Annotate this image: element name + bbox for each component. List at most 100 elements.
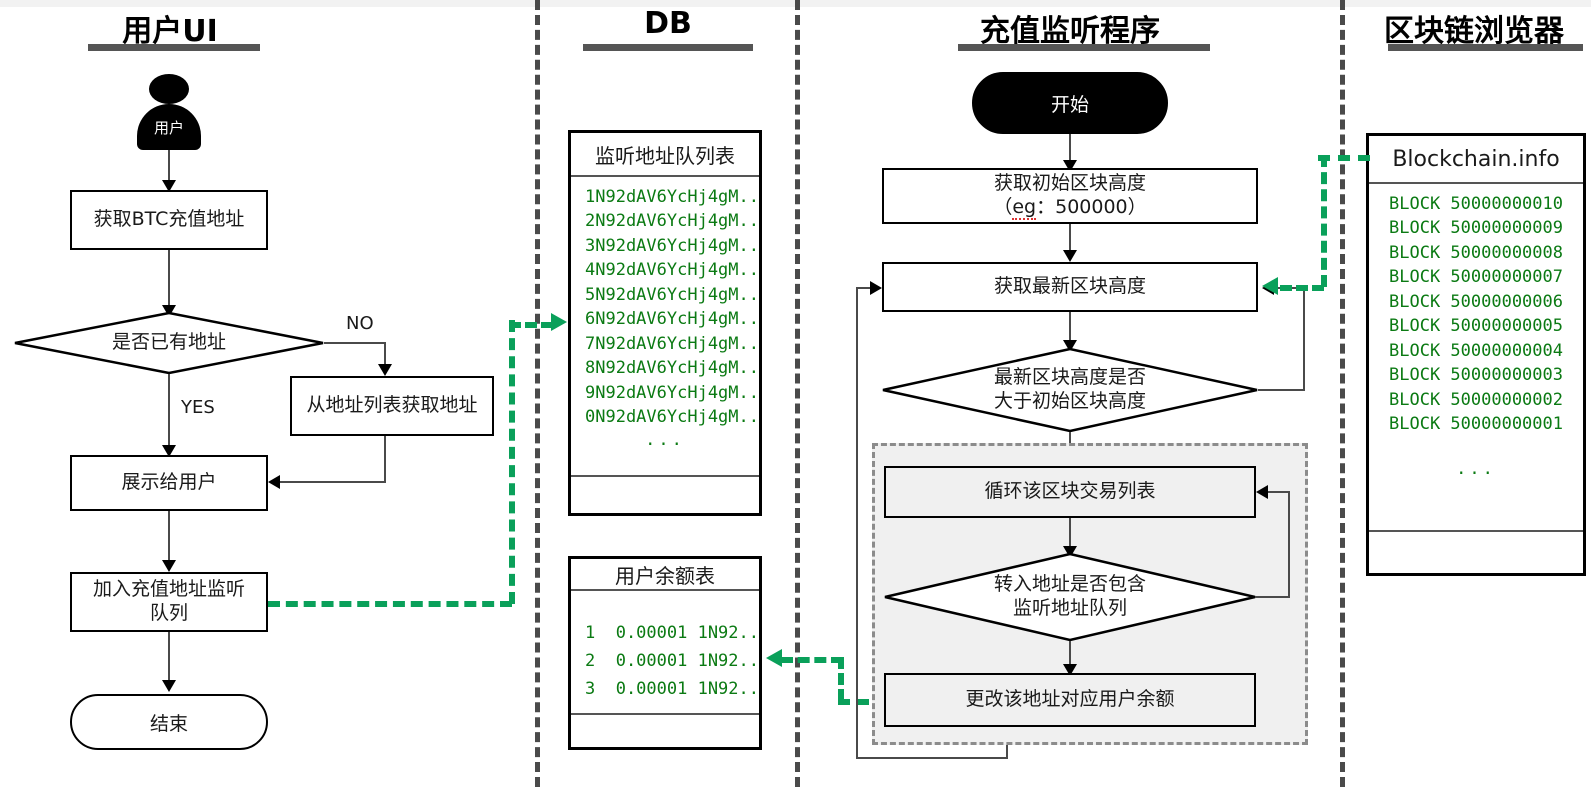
list-item: BLOCK 50000000008 [1389,242,1563,263]
table-ellipsis: ... [645,703,685,715]
node-label-line1: 获取初始区块高度 [993,172,1146,195]
table-footer-user-balance [571,715,759,749]
actor-user: 用户 [137,74,201,150]
explorer-footer [1369,532,1583,575]
node-start[interactable]: 开始 [972,72,1168,134]
node-end[interactable]: 结束 [70,694,268,750]
list-item: BLOCK 50000000001 [1389,414,1563,435]
swimlane-divider-3 [1340,0,1345,787]
green-flow-explorer-v [1321,155,1327,287]
edge-fromlist-vertical [384,436,386,482]
edge-yes-vertical [168,374,170,452]
node-label-line2: （eg：500000） [993,196,1147,220]
green-flow-join-h2 [509,322,553,328]
edge-show-to-join [168,511,170,567]
edge-fromlist-horizontal [278,481,386,483]
column-rule-explorer [1388,44,1583,51]
list-item: BLOCK 50000000009 [1389,218,1563,239]
table-blockchain-explorer: Blockchain.info BLOCK 50000000010 BLOCK … [1366,133,1586,576]
arrowhead-fromlist-to-show [268,475,280,489]
edge-contains-loopback-top [1268,491,1290,493]
node-compare-height-decision[interactable]: 最新区块高度是否 大于初始区块高度 [882,348,1258,432]
list-item: BLOCK 50000000010 [1389,194,1563,214]
node-join-watch-queue[interactable]: 加入充值地址监听 队列 [70,572,268,632]
edge-getaddr-to-decision [168,250,170,312]
arrowhead-initial-to-latest [1063,250,1077,262]
edge-outer-loop-bottom [856,757,1008,759]
edge-compare-loop-vertical [1303,287,1305,390]
table-row: 3N92dAV6YcHj4gM... [585,235,759,256]
list-item: BLOCK 50000000002 [1389,389,1563,410]
list-item: BLOCK 50000000003 [1389,365,1563,386]
table-footer-watch-address-queue [571,477,759,513]
table-row: 9N92dAV6YcHj4gM... [585,382,759,403]
edge-label-no: NO [346,313,374,334]
green-flow-join-v [509,320,515,604]
node-loop-tx-list[interactable]: 循环该区块交易列表 [884,466,1256,518]
list-item: BLOCK 50000000005 [1389,316,1563,337]
table-user-balance: 用户余额表 1 0.00001 1N92... 2 0.00001 1N92..… [568,556,762,750]
arrowhead-join-to-end [162,680,176,692]
arrowhead-contains-loopback [1256,485,1268,499]
actor-head-icon [149,74,189,104]
column-rule-db [583,44,753,51]
explorer-block-list: BLOCK 50000000010 BLOCK 50000000009 BLOC… [1369,184,1583,532]
node-get-from-list[interactable]: 从地址列表获取地址 [290,376,494,436]
swimlane-divider-1 [535,0,540,787]
eg-abbrev: eg [1012,196,1037,220]
edge-actor-to-getaddr [168,150,170,184]
explorer-site-title[interactable]: Blockchain.info [1369,136,1583,184]
list-item: BLOCK 50000000007 [1389,267,1563,288]
green-flow-join-h1 [268,601,512,607]
green-flow-balance-h1 [781,657,843,663]
table-title-watch-address-queue: 监听地址队列表 [571,133,759,177]
node-has-address-decision[interactable]: 是否已有地址 [14,312,324,374]
table-row: 1N92dAV6YcHj4gM... [585,187,759,207]
node-label: 转入地址是否包含 监听地址队列 [993,573,1146,619]
table-title-user-balance: 用户余额表 [571,559,759,591]
actor-body-icon: 用户 [137,104,201,150]
green-flow-explorer-h2 [1280,285,1324,291]
node-show-to-user[interactable]: 展示给用户 [70,455,268,511]
arrowhead-outer-loop [870,281,882,295]
node-label: 是否已有地址 [111,331,226,354]
column-rule-listener [958,44,1210,51]
swimlane-divider-2 [795,0,800,787]
table-body-watch-address-queue: 1N92dAV6YcHj4gM... 2N92dAV6YcHj4gM... 3N… [571,177,759,477]
arrowhead-show-to-join [162,560,176,572]
node-get-btc-address[interactable]: 获取BTC充值地址 [70,190,268,250]
table-row: 7N92dAV6YcHj4gM... [585,333,759,354]
table-row: 0N92dAV6YcHj4gM... [585,407,759,428]
edge-label-yes: YES [181,397,215,418]
green-arrow-to-latest-height [1262,277,1278,295]
table-row: 8N92dAV6YcHj4gM... [585,358,759,379]
edge-no-horizontal [324,342,386,344]
column-title-db: DB [644,6,692,41]
green-arrow-to-balance-table [766,649,782,667]
table-row: 5N92dAV6YcHj4gM... [585,284,759,305]
table-row: 3 0.00001 1N92... [585,679,759,700]
node-contains-address-decision[interactable]: 转入地址是否包含 监听地址队列 [884,553,1256,641]
column-rule-user-ui [88,44,260,51]
edge-contains-loopback-bottom [1255,596,1290,598]
node-label: 最新区块高度是否 大于初始区块高度 [993,366,1146,412]
flowchart-canvas: 用户UI DB 充值监听程序 区块链浏览器 用户 获取BTC充值地址 是否已有地… [0,0,1591,787]
edge-outer-loop-vertical-left [856,287,858,759]
actor-label: 用户 [153,118,184,137]
table-row: 2 0.00001 1N92... [585,651,759,672]
table-row: 4N92dAV6YcHj4gM... [585,260,759,281]
table-row: 1 0.00001 1N92... [585,623,759,643]
table-row: 6N92dAV6YcHj4gM... [585,309,759,330]
list-item: BLOCK 50000000004 [1389,340,1563,361]
node-update-balance[interactable]: 更改该地址对应用户余额 [884,673,1256,727]
green-flow-balance-v [838,657,844,701]
eg-value: ：500000） [1036,196,1147,218]
edge-contains-loopback-vertical [1288,491,1290,597]
paren-open: （ [993,196,1013,218]
node-get-initial-height[interactable]: 获取初始区块高度 （eg：500000） [882,168,1258,224]
table-row: 2N92dAV6YcHj4gM... [585,211,759,232]
node-get-latest-height[interactable]: 获取最新区块高度 [882,262,1258,312]
arrowhead-no-branch [378,364,392,376]
green-arrow-to-address-table [551,313,567,331]
table-ellipsis: ... [645,429,685,450]
